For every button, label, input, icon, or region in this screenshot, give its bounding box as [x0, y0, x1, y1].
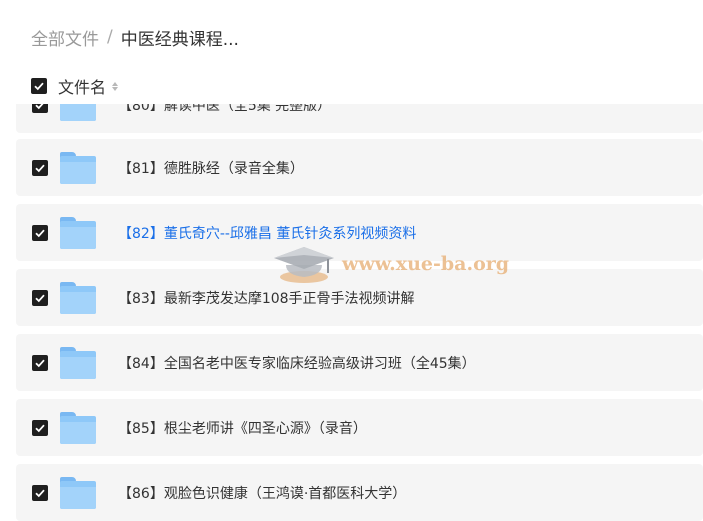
column-name-header[interactable]: 文件名	[58, 74, 106, 98]
file-name-link[interactable]: 【86】观脸色识健康（王鸿谟·首都医科大学）	[118, 483, 406, 503]
check-icon	[35, 424, 45, 432]
check-icon	[35, 164, 45, 172]
file-name-link[interactable]: 【83】最新李茂发达摩108手正骨手法视频讲解	[118, 288, 415, 308]
watermark: www.xue-ba.org	[272, 243, 509, 285]
column-header: 文件名	[31, 74, 119, 98]
row-checkbox[interactable]	[32, 354, 48, 371]
breadcrumb-current: 中医经典课程...	[120, 29, 239, 50]
breadcrumb: 全部文件 / 中医经典课程...	[31, 24, 239, 50]
row-checkbox[interactable]	[32, 224, 48, 241]
row-checkbox[interactable]	[32, 484, 48, 501]
breadcrumb-root-link[interactable]: 全部文件	[31, 25, 99, 50]
check-icon	[34, 82, 44, 91]
file-row[interactable]: 【84】全国名老中医专家临床经验高级讲习班（全45集）	[16, 334, 703, 391]
folder-icon	[60, 411, 96, 444]
check-icon	[35, 489, 45, 497]
file-list-header: 全部文件 / 中医经典课程... 文件名	[0, 0, 703, 104]
file-row[interactable]: 【86】观脸色识健康（王鸿谟·首都医科大学）	[16, 464, 703, 521]
folder-icon	[60, 346, 96, 379]
row-checkbox[interactable]	[32, 159, 48, 176]
check-icon	[35, 294, 45, 302]
watermark-text: www.xue-ba.org	[342, 253, 510, 275]
file-name-link[interactable]: 【85】根尘老师讲《四圣心源》（录音）	[118, 418, 367, 438]
folder-icon	[60, 281, 96, 314]
select-all-checkbox[interactable]	[31, 78, 47, 94]
file-row[interactable]: 【81】德胜脉经（录音全集）	[16, 139, 703, 196]
file-name-link[interactable]: 【81】德胜脉经（录音全集）	[118, 158, 304, 178]
folder-icon	[60, 476, 96, 509]
row-checkbox[interactable]	[32, 419, 48, 436]
file-name-link[interactable]: 【84】全国名老中医专家临床经验高级讲习班（全45集）	[118, 353, 476, 373]
check-icon	[35, 359, 45, 367]
file-row[interactable]: 【85】根尘老师讲《四圣心源》（录音）	[16, 399, 703, 456]
sort-icon[interactable]	[112, 81, 119, 91]
breadcrumb-separator: /	[107, 27, 113, 47]
folder-icon	[60, 151, 96, 184]
file-name-link[interactable]: 【82】董氏奇穴--邱雅昌 董氏针灸系列视频资料	[118, 223, 416, 243]
folder-icon	[60, 216, 96, 249]
row-checkbox[interactable]	[32, 289, 48, 306]
check-icon	[35, 229, 45, 237]
graduation-cap-icon	[274, 247, 334, 283]
